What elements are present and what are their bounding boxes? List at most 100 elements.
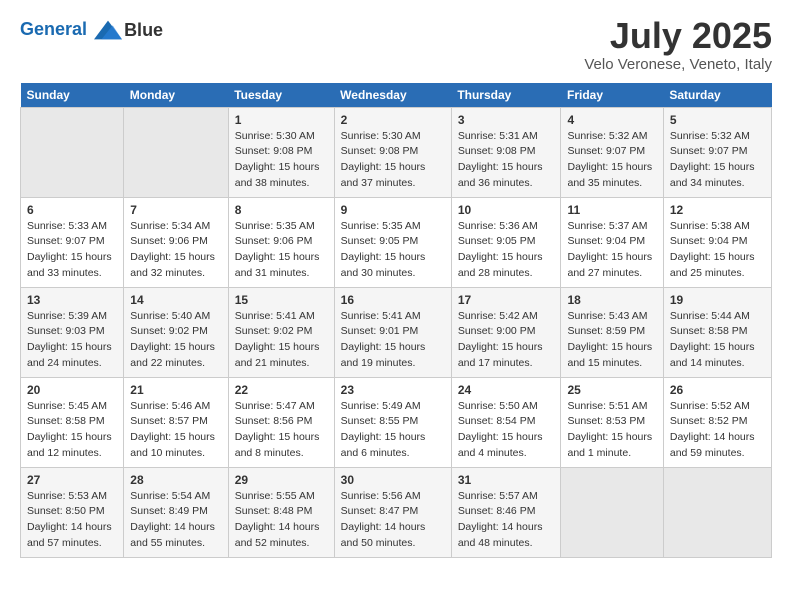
day-number: 2 (341, 113, 445, 127)
title-block: July 2025 Velo Veronese, Veneto, Italy (584, 16, 772, 73)
calendar-week-row: 1 Sunrise: 5:30 AMSunset: 9:08 PMDaylight… (21, 107, 772, 197)
table-row (124, 107, 228, 197)
day-info: Sunrise: 5:52 AMSunset: 8:52 PMDaylight:… (670, 399, 765, 462)
day-info: Sunrise: 5:35 AMSunset: 9:06 PMDaylight:… (235, 219, 328, 282)
day-number: 14 (130, 293, 221, 307)
day-info: Sunrise: 5:37 AMSunset: 9:04 PMDaylight:… (567, 219, 656, 282)
calendar-subtitle: Velo Veronese, Veneto, Italy (584, 56, 772, 73)
day-number: 23 (341, 383, 445, 397)
day-info: Sunrise: 5:55 AMSunset: 8:48 PMDaylight:… (235, 489, 328, 552)
table-row (663, 467, 771, 557)
day-number: 29 (235, 473, 328, 487)
calendar-week-row: 20 Sunrise: 5:45 AMSunset: 8:58 PMDayligh… (21, 377, 772, 467)
logo: General Blue (20, 16, 163, 44)
day-number: 28 (130, 473, 221, 487)
day-number: 10 (458, 203, 555, 217)
table-row: 3Sunrise: 5:31 AMSunset: 9:08 PMDaylight… (451, 107, 561, 197)
day-info: Sunrise: 5:39 AMSunset: 9:03 PMDaylight:… (27, 309, 117, 372)
day-info: Sunrise: 5:42 AMSunset: 9:00 PMDaylight:… (458, 309, 555, 372)
table-row: 25 Sunrise: 5:51 AMSunset: 8:53 PMDayligh… (561, 377, 663, 467)
day-info: Sunrise: 5:30 AMSunset: 9:08 PMDaylight:… (235, 129, 328, 192)
calendar-week-row: 6Sunrise: 5:33 AMSunset: 9:07 PMDaylight… (21, 197, 772, 287)
day-info: Sunrise: 5:36 AMSunset: 9:05 PMDaylight:… (458, 219, 555, 282)
day-info: Sunrise: 5:56 AMSunset: 8:47 PMDaylight:… (341, 489, 445, 552)
header-monday: Monday (124, 83, 228, 108)
header-sunday: Sunday (21, 83, 124, 108)
table-row: 21 Sunrise: 5:46 AMSunset: 8:57 PMDayligh… (124, 377, 228, 467)
table-row: 15Sunrise: 5:41 AMSunset: 9:02 PMDayligh… (228, 287, 334, 377)
table-row (21, 107, 124, 197)
table-row: 31 Sunrise: 5:57 AMSunset: 8:46 PMDayligh… (451, 467, 561, 557)
calendar-week-row: 27 Sunrise: 5:53 AMSunset: 8:50 PMDayligh… (21, 467, 772, 557)
table-row: 9Sunrise: 5:35 AMSunset: 9:05 PMDaylight… (334, 197, 451, 287)
table-row: 12 Sunrise: 5:38 AMSunset: 9:04 PMDayligh… (663, 197, 771, 287)
header-tuesday: Tuesday (228, 83, 334, 108)
table-row: 29 Sunrise: 5:55 AMSunset: 8:48 PMDayligh… (228, 467, 334, 557)
table-row: 6Sunrise: 5:33 AMSunset: 9:07 PMDaylight… (21, 197, 124, 287)
day-number: 18 (567, 293, 656, 307)
header-thursday: Thursday (451, 83, 561, 108)
day-number: 22 (235, 383, 328, 397)
header-saturday: Saturday (663, 83, 771, 108)
table-row: 30 Sunrise: 5:56 AMSunset: 8:47 PMDayligh… (334, 467, 451, 557)
header-friday: Friday (561, 83, 663, 108)
table-row: 14 Sunrise: 5:40 AMSunset: 9:02 PMDayligh… (124, 287, 228, 377)
day-info: Sunrise: 5:35 AMSunset: 9:05 PMDaylight:… (341, 219, 445, 282)
table-row: 26 Sunrise: 5:52 AMSunset: 8:52 PMDayligh… (663, 377, 771, 467)
day-number: 6 (27, 203, 117, 217)
logo-icon (94, 16, 122, 44)
table-row: 16Sunrise: 5:41 AMSunset: 9:01 PMDayligh… (334, 287, 451, 377)
table-row: 2 Sunrise: 5:30 AMSunset: 9:08 PMDaylight… (334, 107, 451, 197)
day-info: Sunrise: 5:45 AMSunset: 8:58 PMDaylight:… (27, 399, 117, 462)
day-number: 25 (567, 383, 656, 397)
day-info: Sunrise: 5:50 AMSunset: 8:54 PMDaylight:… (458, 399, 555, 462)
header-wednesday: Wednesday (334, 83, 451, 108)
calendar-table: Sunday Monday Tuesday Wednesday Thursday… (20, 83, 772, 558)
calendar-week-row: 13 Sunrise: 5:39 AMSunset: 9:03 PMDayligh… (21, 287, 772, 377)
table-row: 5Sunrise: 5:32 AMSunset: 9:07 PMDaylight… (663, 107, 771, 197)
table-row: 1 Sunrise: 5:30 AMSunset: 9:08 PMDaylight… (228, 107, 334, 197)
table-row: 11 Sunrise: 5:37 AMSunset: 9:04 PMDayligh… (561, 197, 663, 287)
table-row: 7Sunrise: 5:34 AMSunset: 9:06 PMDaylight… (124, 197, 228, 287)
table-row: 23 Sunrise: 5:49 AMSunset: 8:55 PMDayligh… (334, 377, 451, 467)
header: General Blue July 2025 Velo Veronese, Ve… (20, 16, 772, 73)
day-info: Sunrise: 5:41 AMSunset: 9:01 PMDaylight:… (341, 309, 445, 372)
day-info: Sunrise: 5:54 AMSunset: 8:49 PMDaylight:… (130, 489, 221, 552)
day-number: 11 (567, 203, 656, 217)
logo-general: General (20, 19, 87, 39)
day-info: Sunrise: 5:31 AMSunset: 9:08 PMDaylight:… (458, 129, 555, 192)
day-number: 20 (27, 383, 117, 397)
day-number: 21 (130, 383, 221, 397)
day-info: Sunrise: 5:57 AMSunset: 8:46 PMDaylight:… (458, 489, 555, 552)
table-row: 27 Sunrise: 5:53 AMSunset: 8:50 PMDayligh… (21, 467, 124, 557)
table-row: 18 Sunrise: 5:43 AMSunset: 8:59 PMDayligh… (561, 287, 663, 377)
logo-blue: Blue (124, 20, 163, 41)
day-info: Sunrise: 5:43 AMSunset: 8:59 PMDaylight:… (567, 309, 656, 372)
day-number: 15 (235, 293, 328, 307)
day-info: Sunrise: 5:46 AMSunset: 8:57 PMDaylight:… (130, 399, 221, 462)
day-number: 5 (670, 113, 765, 127)
day-number: 31 (458, 473, 555, 487)
table-row (561, 467, 663, 557)
day-number: 12 (670, 203, 765, 217)
day-number: 1 (235, 113, 328, 127)
table-row: 4 Sunrise: 5:32 AMSunset: 9:07 PMDaylight… (561, 107, 663, 197)
day-info: Sunrise: 5:34 AMSunset: 9:06 PMDaylight:… (130, 219, 221, 282)
day-info: Sunrise: 5:49 AMSunset: 8:55 PMDaylight:… (341, 399, 445, 462)
day-info: Sunrise: 5:32 AMSunset: 9:07 PMDaylight:… (567, 129, 656, 192)
day-info: Sunrise: 5:51 AMSunset: 8:53 PMDaylight:… (567, 399, 656, 462)
day-number: 30 (341, 473, 445, 487)
day-info: Sunrise: 5:38 AMSunset: 9:04 PMDaylight:… (670, 219, 765, 282)
day-number: 13 (27, 293, 117, 307)
day-info: Sunrise: 5:30 AMSunset: 9:08 PMDaylight:… (341, 129, 445, 192)
day-info: Sunrise: 5:53 AMSunset: 8:50 PMDaylight:… (27, 489, 117, 552)
table-row: 28 Sunrise: 5:54 AMSunset: 8:49 PMDayligh… (124, 467, 228, 557)
day-number: 26 (670, 383, 765, 397)
weekday-header-row: Sunday Monday Tuesday Wednesday Thursday… (21, 83, 772, 108)
day-info: Sunrise: 5:40 AMSunset: 9:02 PMDaylight:… (130, 309, 221, 372)
table-row: 10 Sunrise: 5:36 AMSunset: 9:05 PMDayligh… (451, 197, 561, 287)
day-number: 19 (670, 293, 765, 307)
day-number: 24 (458, 383, 555, 397)
day-number: 27 (27, 473, 117, 487)
day-number: 4 (567, 113, 656, 127)
